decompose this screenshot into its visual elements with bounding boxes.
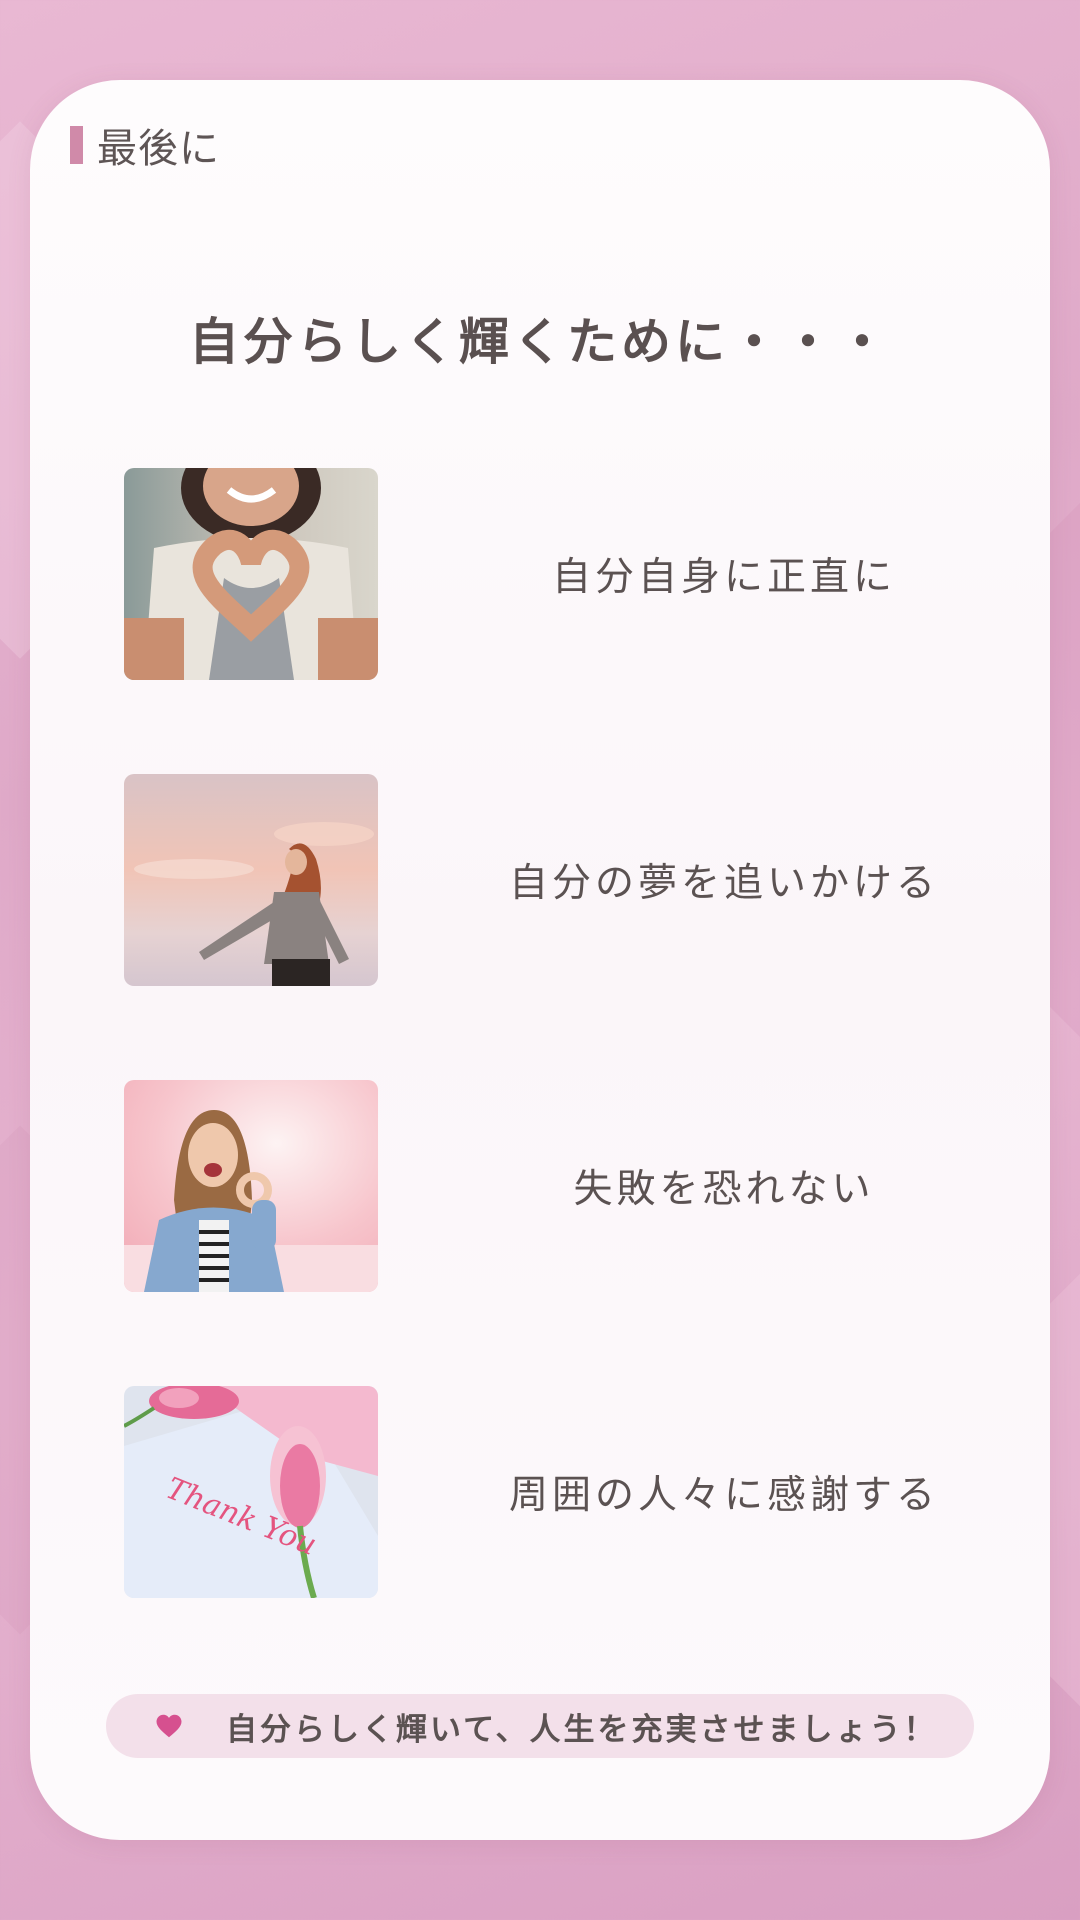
- item-caption: 自分自身に正直に: [551, 555, 896, 600]
- list-item: Thank You 周囲の人々に感謝する: [124, 1386, 984, 1598]
- woman-sky-photo: [124, 774, 378, 986]
- item-caption: 自分の夢を追いかける: [508, 861, 939, 906]
- woman-ok-gesture-photo: [124, 1080, 378, 1292]
- footer-message-banner: 自分らしく輝いて、人生を充実させましょう！: [106, 1694, 974, 1758]
- section-accent-bar: [70, 126, 83, 164]
- list-item: 自分自身に正直に: [124, 468, 984, 680]
- content-card: 最後に 自分らしく輝くために・・・ 自分自身に正直に 自分の夢を追いかける 失敗…: [30, 80, 1050, 1840]
- heart-hands-photo: [124, 468, 378, 680]
- item-caption: 周囲の人々に感謝する: [508, 1473, 939, 1518]
- item-caption: 失敗を恐れない: [573, 1167, 875, 1212]
- heart-icon: [156, 1714, 182, 1738]
- section-title: 最後に: [97, 126, 220, 172]
- section-header: 最後に: [70, 116, 220, 174]
- list-item: 自分の夢を追いかける: [124, 774, 984, 986]
- footer-message: 自分らしく輝いて、人生を充実させましょう！: [226, 1711, 938, 1748]
- list-item: 失敗を恐れない: [124, 1080, 984, 1292]
- page-headline: 自分らしく輝くために・・・: [189, 313, 891, 371]
- thank-you-tulip-photo: Thank You: [124, 1386, 378, 1598]
